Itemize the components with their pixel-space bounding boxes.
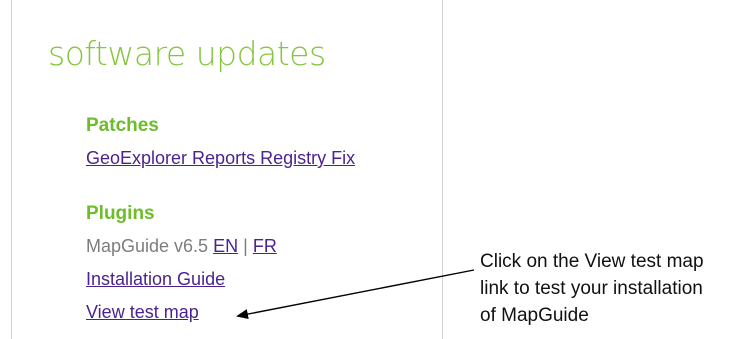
patches-heading: Patches — [86, 115, 159, 136]
installation-guide-link[interactable]: Installation Guide — [86, 268, 225, 290]
mapguide-version-label: MapGuide v6.5 — [86, 236, 209, 256]
language-separator: | — [243, 236, 248, 256]
mapguide-version-row: MapGuide v6.5 EN | FR — [86, 235, 277, 257]
callout-line: link to test your installation — [480, 278, 703, 299]
mapguide-en-link[interactable]: EN — [213, 236, 238, 256]
geoexplorer-registry-fix-link[interactable]: GeoExplorer Reports Registry Fix — [86, 147, 355, 169]
callout-line: of MapGuide — [480, 305, 589, 326]
software-updates-panel: software updates Patches GeoExplorer Rep… — [11, 0, 443, 339]
annotation-callout: Click on the View test map link to test … — [480, 248, 756, 329]
plugins-heading: Plugins — [86, 203, 155, 224]
callout-line: Click on the View test map — [480, 251, 704, 272]
view-test-map-link[interactable]: View test map — [86, 301, 199, 323]
mapguide-fr-link[interactable]: FR — [253, 236, 277, 256]
page-title: software updates — [48, 34, 326, 73]
